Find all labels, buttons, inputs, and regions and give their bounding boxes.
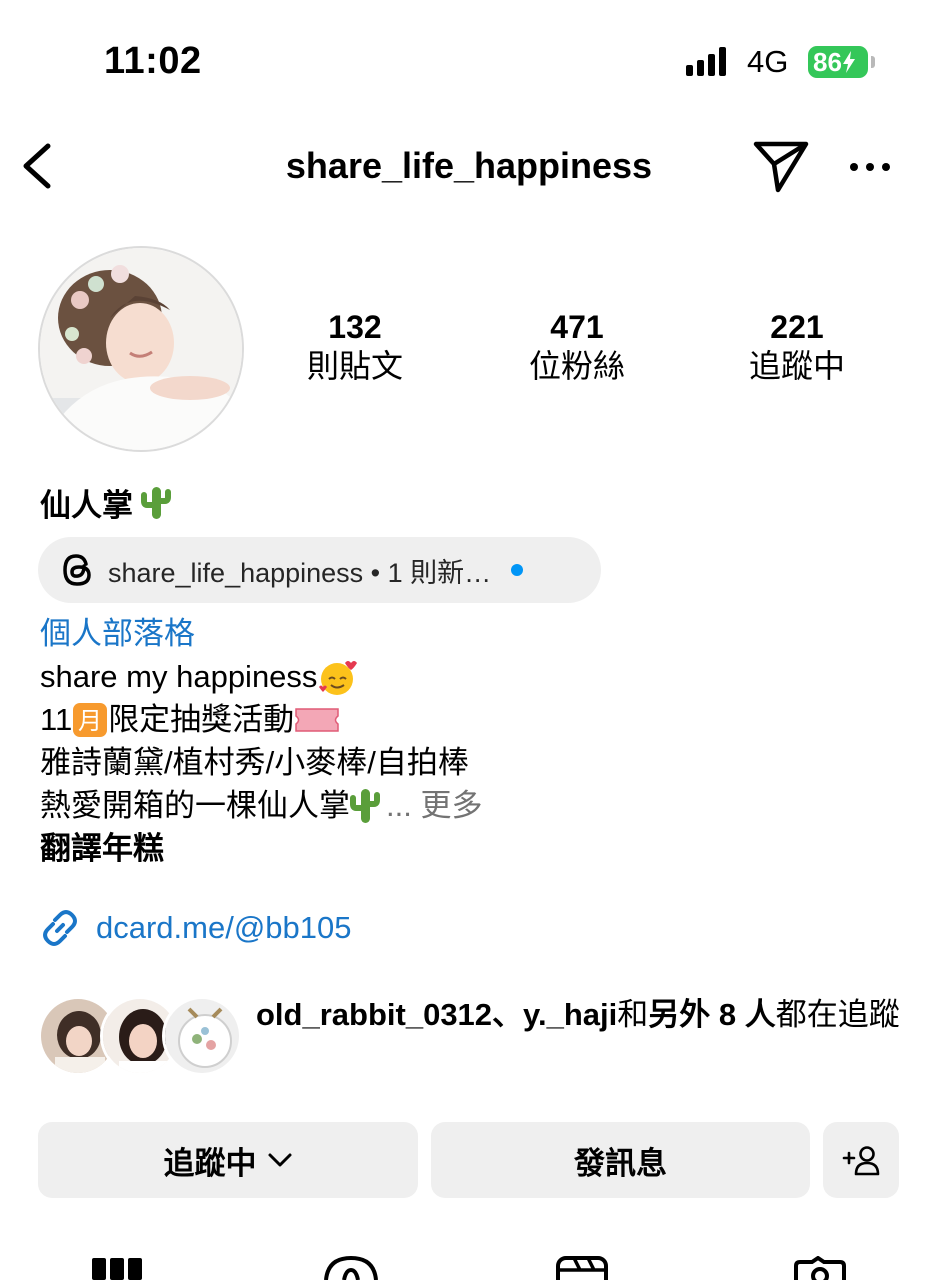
cactus-icon [350,788,380,823]
cactus-icon [141,486,171,519]
smiling-face-with-hearts-icon [319,660,358,695]
bio-line-4: 熱愛開箱的一棵仙人掌 ... 更多 [40,784,900,827]
bio-line-3: 雅詩蘭黛/植村秀/小麥棒/自拍棒 [40,745,469,780]
ticket-icon [295,707,339,732]
display-name-text: 仙人掌 [40,488,133,523]
translate-link[interactable]: 翻譯年糕 [40,827,900,870]
tagged-icon[interactable] [792,1256,848,1280]
threads-icon [63,554,91,586]
battery-level: 86 [813,46,842,77]
profile-category: 個人部落格 [40,616,195,651]
following-label: 追蹤中 [748,348,845,384]
bio-line-1-text: share my happiness [40,659,318,694]
status-time: 11:02 [104,40,202,82]
mutual-followers-names: old_rabbit_0312、y._haji [256,997,618,1032]
reels-icon[interactable] [322,1254,380,1280]
profile-avatar[interactable] [38,246,244,452]
message-button-label: 發訊息 [574,1145,667,1181]
new-indicator-dot [511,564,524,576]
bio-line-2: 11 月 限定抽獎活動 [40,698,900,741]
grid-icon[interactable] [92,1256,142,1280]
stat-posts[interactable]: 132 則貼文 [265,308,445,386]
posts-count: 132 [328,309,382,345]
mutual-followers-text[interactable]: old_rabbit_0312、y._haji和另外 8 人都在追蹤 [256,994,916,1036]
signal-icon [686,47,726,76]
threads-badge[interactable]: share_life_happiness • 1 則新… [38,537,601,603]
display-name: 仙人掌 [40,480,171,525]
followers-count: 471 [550,309,604,345]
posts-label: 則貼文 [306,348,403,384]
mutual-followers-connector: 和 [617,997,649,1032]
bio-line-4-text: 熱愛開箱的一棵仙人掌 [40,788,350,823]
profile-bio: 個人部落格 share my happiness 11 月 限定抽獎活動 雅詩蘭… [40,612,900,870]
mutual-followers-others: 另外 8 人 [648,997,776,1032]
mutual-followers-suffix: 都在追蹤 [775,997,900,1032]
profile-tab-bar [0,1250,938,1280]
video-icon[interactable] [556,1256,608,1280]
following-count: 221 [770,309,824,345]
add-user-icon [842,1146,880,1176]
bio-line-2-number: 11 [40,702,73,737]
svg-text:月: 月 [78,707,102,735]
charging-bolt-icon [842,51,855,73]
external-link[interactable]: dcard.me/@bb105 [38,906,352,950]
network-type: 4G [747,44,789,79]
bio-line-1: share my happiness [40,655,900,698]
stat-followers[interactable]: 471 位粉絲 [487,308,667,386]
bio-more-link[interactable]: ... 更多 [386,784,482,827]
bio-line-2-text: 限定抽獎活動 [108,702,295,737]
battery-cap [871,56,875,68]
followers-label: 位粉絲 [528,348,625,384]
mutual-follower-avatar [162,996,242,1076]
battery-icon: 86 [808,46,868,78]
message-button[interactable]: 發訊息 [431,1122,810,1198]
external-link-text: dcard.me/@bb105 [96,910,352,945]
avatar-image [40,248,242,450]
threads-badge-text: share_life_happiness • 1 則新… [108,557,492,588]
link-icon [43,910,77,946]
following-button-label: 追蹤中 [163,1145,257,1181]
more-icon[interactable] [848,158,892,176]
following-button[interactable]: 追蹤中 [38,1122,418,1198]
chevron-down-icon [268,1153,291,1167]
add-user-button[interactable] [823,1122,899,1198]
month-sign-icon: 月 [73,702,108,737]
stat-following[interactable]: 221 追蹤中 [707,308,887,386]
send-icon[interactable] [752,138,810,194]
